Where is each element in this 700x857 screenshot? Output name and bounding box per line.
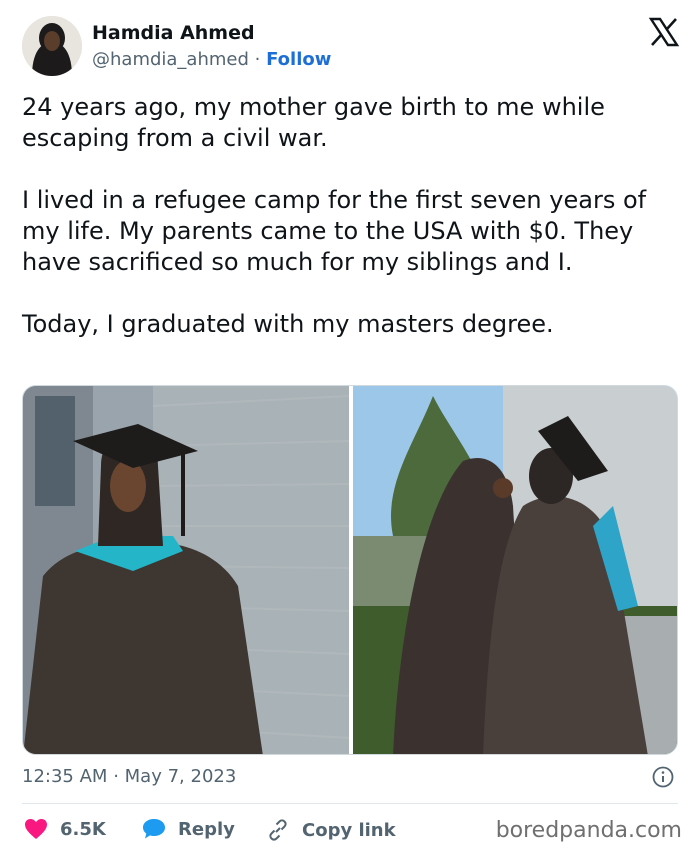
copy-link-label: Copy link xyxy=(302,819,396,841)
tweet-paragraph: I lived in a refugee camp for the first … xyxy=(22,186,647,276)
x-logo-icon[interactable] xyxy=(648,16,680,48)
tweet-paragraph: 24 years ago, my mother gave birth to me… xyxy=(22,93,605,152)
speech-bubble-icon xyxy=(143,819,165,839)
author-handle-row: @hamdia_ahmed · Follow xyxy=(92,49,331,70)
tweet-paragraph: Today, I graduated with my masters degre… xyxy=(22,310,554,338)
author-handle[interactable]: @hamdia_ahmed xyxy=(92,49,249,70)
heart-icon xyxy=(25,819,47,839)
divider xyxy=(22,803,678,804)
avatar[interactable] xyxy=(22,16,82,76)
handle-separator: · xyxy=(254,49,261,70)
tweet-text: 24 years ago, my mother gave birth to me… xyxy=(22,92,682,340)
tweet-media[interactable] xyxy=(22,385,678,755)
photo-graduate-with-mother[interactable] xyxy=(353,386,677,754)
watermark-label: boredpanda.com xyxy=(495,818,682,843)
follow-button[interactable]: Follow xyxy=(266,49,331,70)
tweet-header: Hamdia Ahmed @hamdia_ahmed · Follow xyxy=(22,16,682,78)
author-name[interactable]: Hamdia Ahmed xyxy=(92,22,255,44)
meta-separator: · xyxy=(113,766,119,787)
tweet-time: 12:35 AM xyxy=(22,766,108,787)
reply-button[interactable]: Reply xyxy=(142,818,235,840)
reply-label: Reply xyxy=(178,818,235,840)
tweet-date: May 7, 2023 xyxy=(124,766,237,787)
copy-link-button[interactable]: Copy link xyxy=(266,818,396,842)
like-count: 6.5K xyxy=(60,818,106,840)
photo-graduate-portrait[interactable] xyxy=(23,386,350,754)
like-button[interactable]: 6.5K xyxy=(24,818,106,840)
info-icon[interactable] xyxy=(652,766,674,788)
link-icon xyxy=(269,819,287,841)
tweet-timestamp[interactable]: 12:35 AM · May 7, 2023 xyxy=(22,766,236,787)
